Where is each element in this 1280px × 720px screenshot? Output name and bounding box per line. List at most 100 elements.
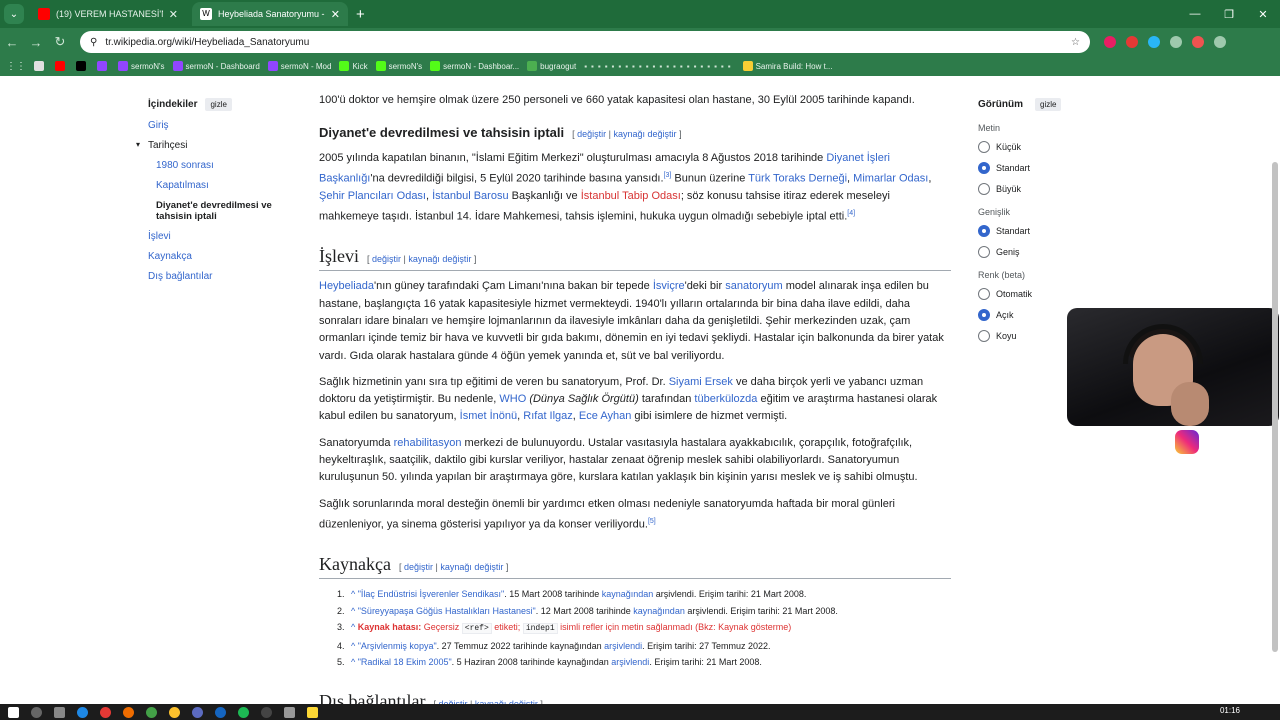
ref-title-link[interactable]: "İlaç Endüstrisi İşverenler Sendikası" — [358, 589, 504, 599]
radio-button[interactable] — [978, 309, 990, 321]
ref-backlink[interactable]: ^ — [351, 622, 358, 632]
ref-backlink[interactable]: ^ — [351, 641, 358, 651]
tab-wikipedia[interactable]: W Heybeliada Sanatoryumu - Viki ✕ — [192, 2, 348, 26]
toc-item-kapatilmasi[interactable]: Kapatılması — [148, 180, 298, 191]
toc-item-1980[interactable]: 1980 sonrası — [148, 160, 298, 171]
radio-text-large[interactable]: Büyük — [978, 183, 1128, 195]
toc-item-giris[interactable]: Giriş — [148, 120, 298, 131]
radio-button[interactable] — [978, 225, 990, 237]
reload-button[interactable]: ↻ — [48, 34, 72, 50]
minimize-button[interactable]: — — [1178, 8, 1212, 21]
wiki-link[interactable]: tüberkülozda — [694, 393, 757, 405]
edge-icon[interactable] — [77, 706, 88, 718]
toc-item-tarihcesi[interactable]: ▾ Tarihçesi — [136, 140, 298, 151]
ref-title-link[interactable]: "Süreyyapaşa Göğüs Hastalıkları Hastanes… — [358, 606, 536, 616]
task-view-icon[interactable] — [54, 706, 65, 718]
bookmark-item[interactable] — [76, 61, 89, 71]
bookmark-item[interactable]: sermoN - Mod — [267, 61, 331, 71]
radio-text-standard[interactable]: Standart — [978, 162, 1128, 174]
radio-button[interactable] — [978, 162, 990, 174]
menu-icon[interactable] — [1214, 36, 1226, 48]
ref-title-link[interactable]: "Arşivlenmiş kopya" — [358, 641, 437, 651]
file-explorer-icon[interactable] — [307, 706, 318, 718]
restore-button[interactable]: ❐ — [1212, 8, 1246, 21]
tab-youtube[interactable]: (19) VEREM HASTANESİ'NE GİR ✕ — [30, 2, 186, 26]
bookmark-item[interactable]: Kick — [339, 61, 368, 71]
bookmark-star-icon[interactable]: ☆ — [1071, 37, 1080, 48]
bookmark-item[interactable]: sermoN's — [118, 61, 165, 71]
app-icon[interactable] — [192, 706, 203, 718]
new-tab-button[interactable]: + — [356, 6, 365, 23]
wiki-link-missing[interactable]: İstanbul Tabip Odası — [581, 190, 681, 202]
ref-title-link[interactable]: "Radikal 18 Ekim 2005" — [358, 657, 452, 667]
tab-search-button[interactable]: ⌄ — [4, 4, 24, 24]
edit-source-link[interactable]: kaynağı değiştir — [614, 129, 677, 139]
app-icon[interactable] — [146, 706, 157, 718]
app-icon[interactable] — [284, 706, 295, 718]
wiki-link[interactable]: Şehir Plancıları Odası — [319, 190, 426, 202]
app-icon[interactable] — [100, 706, 111, 718]
apps-icon[interactable]: ⋮⋮ — [6, 61, 26, 72]
edit-link[interactable]: değiştir — [372, 254, 401, 264]
site-info-icon[interactable]: ⚲ — [90, 37, 97, 48]
chrome-icon[interactable] — [169, 706, 180, 718]
bookmark-item[interactable] — [34, 61, 47, 71]
profile-icon[interactable] — [1192, 36, 1204, 48]
ref-backlink[interactable]: ^ — [351, 606, 358, 616]
edit-link[interactable]: değiştir — [577, 129, 606, 139]
edit-source-link[interactable]: kaynağı değiştir — [440, 562, 503, 572]
wiki-link[interactable]: Siyami Ersek — [669, 376, 733, 388]
wiki-link[interactable]: Türk Toraks Derneği — [748, 173, 847, 185]
bookmark-item[interactable] — [55, 61, 68, 71]
bookmark-item[interactable]: Samira Build: How t... — [742, 61, 833, 71]
appearance-hide-button[interactable]: gizle — [1035, 98, 1062, 111]
toc-item-kaynakca[interactable]: Kaynakça — [148, 251, 298, 262]
edit-source-link[interactable]: kaynağı değiştir — [408, 254, 471, 264]
edit-link[interactable]: değiştir — [404, 562, 433, 572]
wiki-link[interactable]: WHO — [499, 393, 526, 405]
windows-start-icon[interactable] — [8, 706, 19, 718]
ref-archive-link[interactable]: kaynağından — [633, 606, 685, 616]
address-bar[interactable]: ⚲ tr.wikipedia.org/wiki/Heybeliada_Sanat… — [80, 31, 1090, 53]
wiki-link[interactable]: rehabilitasyon — [394, 437, 462, 449]
steam-icon[interactable] — [215, 706, 226, 718]
app-icon[interactable] — [123, 706, 134, 718]
forward-button[interactable]: → — [24, 35, 48, 50]
toc-hide-button[interactable]: gizle — [205, 98, 232, 111]
radio-width-standard[interactable]: Standart — [978, 225, 1128, 237]
extension-icon[interactable] — [1104, 36, 1116, 48]
citation[interactable]: [4] — [847, 210, 855, 217]
wiki-link[interactable]: İsviçre — [653, 280, 685, 292]
search-icon[interactable] — [31, 706, 42, 718]
bookmark-item[interactable]: sermoN - Dashboard — [172, 61, 260, 71]
radio-color-auto[interactable]: Otomatik — [978, 288, 1128, 300]
bookmark-item[interactable]: sermoN - Dashboar... — [430, 61, 519, 71]
extension-icon[interactable] — [1148, 36, 1160, 48]
wiki-link[interactable]: Mimarlar Odası — [853, 173, 928, 185]
bookmark-item[interactable] — [97, 61, 110, 71]
wiki-link[interactable]: İsmet İnönü — [460, 410, 517, 422]
radio-width-wide[interactable]: Geniş — [978, 246, 1128, 258]
ref-archive-link[interactable]: kaynağından — [602, 589, 654, 599]
wiki-link[interactable]: Heybeliada — [319, 280, 374, 292]
toc-item-dis-baglantilar[interactable]: Dış bağlantılar — [148, 271, 298, 282]
wiki-link[interactable]: Ece Ayhan — [579, 410, 631, 422]
close-icon[interactable]: ✕ — [169, 8, 178, 21]
radio-button[interactable] — [978, 288, 990, 300]
close-window-button[interactable]: ✕ — [1246, 8, 1280, 21]
ref-backlink[interactable]: ^ — [351, 657, 358, 667]
scrollbar[interactable] — [1272, 162, 1278, 652]
radio-button[interactable] — [978, 141, 990, 153]
close-icon[interactable]: ✕ — [331, 8, 340, 21]
toc-item-diyanet[interactable]: Diyanet'e devredilmesi ve tahsisin iptal… — [148, 200, 298, 222]
back-button[interactable]: ← — [0, 35, 24, 50]
extension-icon[interactable] — [1126, 36, 1138, 48]
radio-button[interactable] — [978, 183, 990, 195]
puzzle-icon[interactable] — [1170, 36, 1182, 48]
bookmark-item[interactable]: sermoN's — [375, 61, 422, 71]
citation[interactable]: [5] — [648, 518, 656, 525]
wiki-link[interactable]: İstanbul Barosu — [432, 190, 508, 202]
ref-archive-link[interactable]: arşivlendi — [604, 641, 642, 651]
radio-button[interactable] — [978, 246, 990, 258]
wiki-link[interactable]: sanatoryum — [725, 280, 782, 292]
